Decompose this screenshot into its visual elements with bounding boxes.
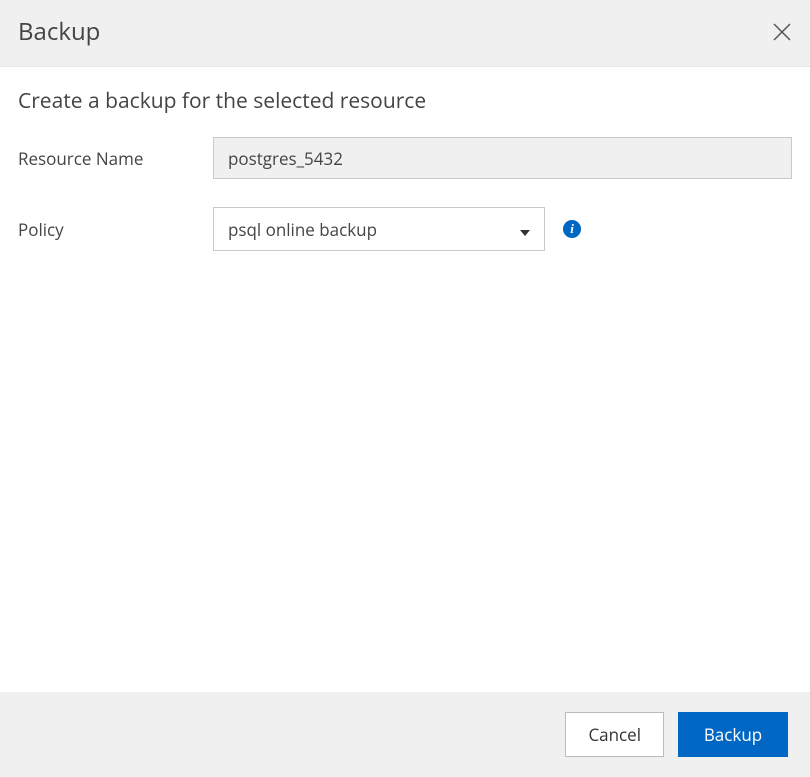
resource-name-field: postgres_5432 <box>213 137 792 179</box>
policy-row: Policy psql online backup i <box>18 207 792 251</box>
cancel-button[interactable]: Cancel <box>565 712 664 757</box>
dialog-header: Backup <box>0 0 810 67</box>
dialog-footer: Cancel Backup <box>0 692 810 777</box>
resource-name-label: Resource Name <box>18 147 213 170</box>
info-icon[interactable]: i <box>563 220 581 238</box>
policy-selected-value: psql online backup <box>228 218 377 241</box>
backup-button[interactable]: Backup <box>678 712 788 757</box>
resource-name-row: Resource Name postgres_5432 <box>18 137 792 179</box>
resource-name-value: postgres_5432 <box>228 147 343 170</box>
policy-label: Policy <box>18 218 213 241</box>
dialog-title: Backup <box>18 15 100 48</box>
policy-select[interactable]: psql online backup <box>213 207 545 251</box>
chevron-down-icon <box>520 218 530 241</box>
dialog-subtitle: Create a backup for the selected resourc… <box>18 87 792 115</box>
policy-select-wrapper: psql online backup i <box>213 207 581 251</box>
close-icon[interactable] <box>772 22 792 42</box>
dialog-content: Create a backup for the selected resourc… <box>0 67 810 692</box>
